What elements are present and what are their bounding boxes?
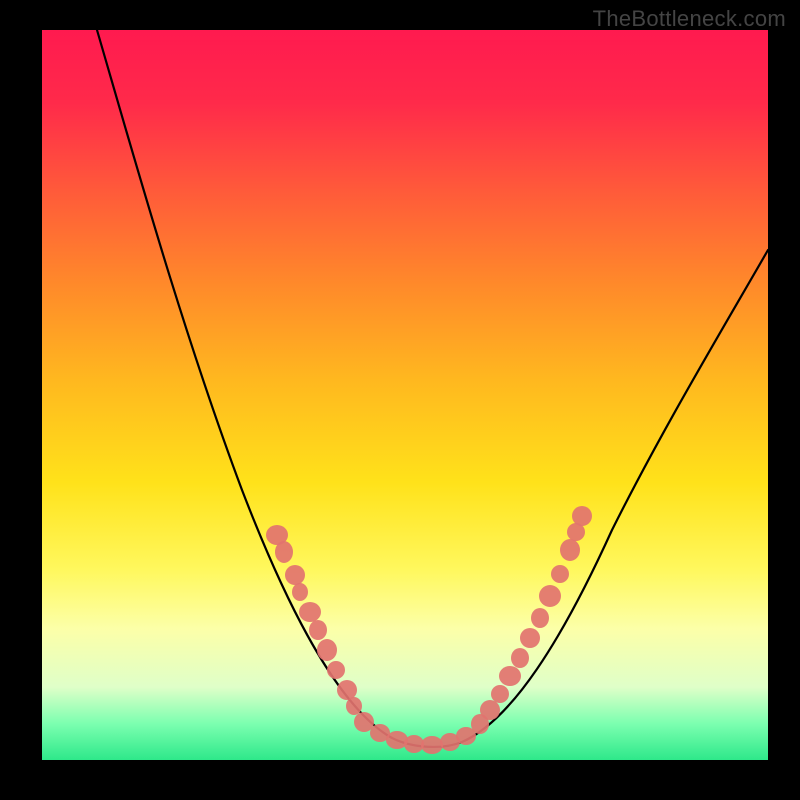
bottom-marker-cluster	[370, 724, 476, 754]
v-curve	[97, 30, 768, 747]
curve-layer	[42, 30, 768, 760]
plot-area	[42, 30, 768, 760]
watermark-text: TheBottleneck.com	[593, 6, 786, 32]
left-marker-cluster	[266, 525, 374, 732]
right-marker-cluster	[471, 506, 592, 734]
chart-frame: TheBottleneck.com	[0, 0, 800, 800]
